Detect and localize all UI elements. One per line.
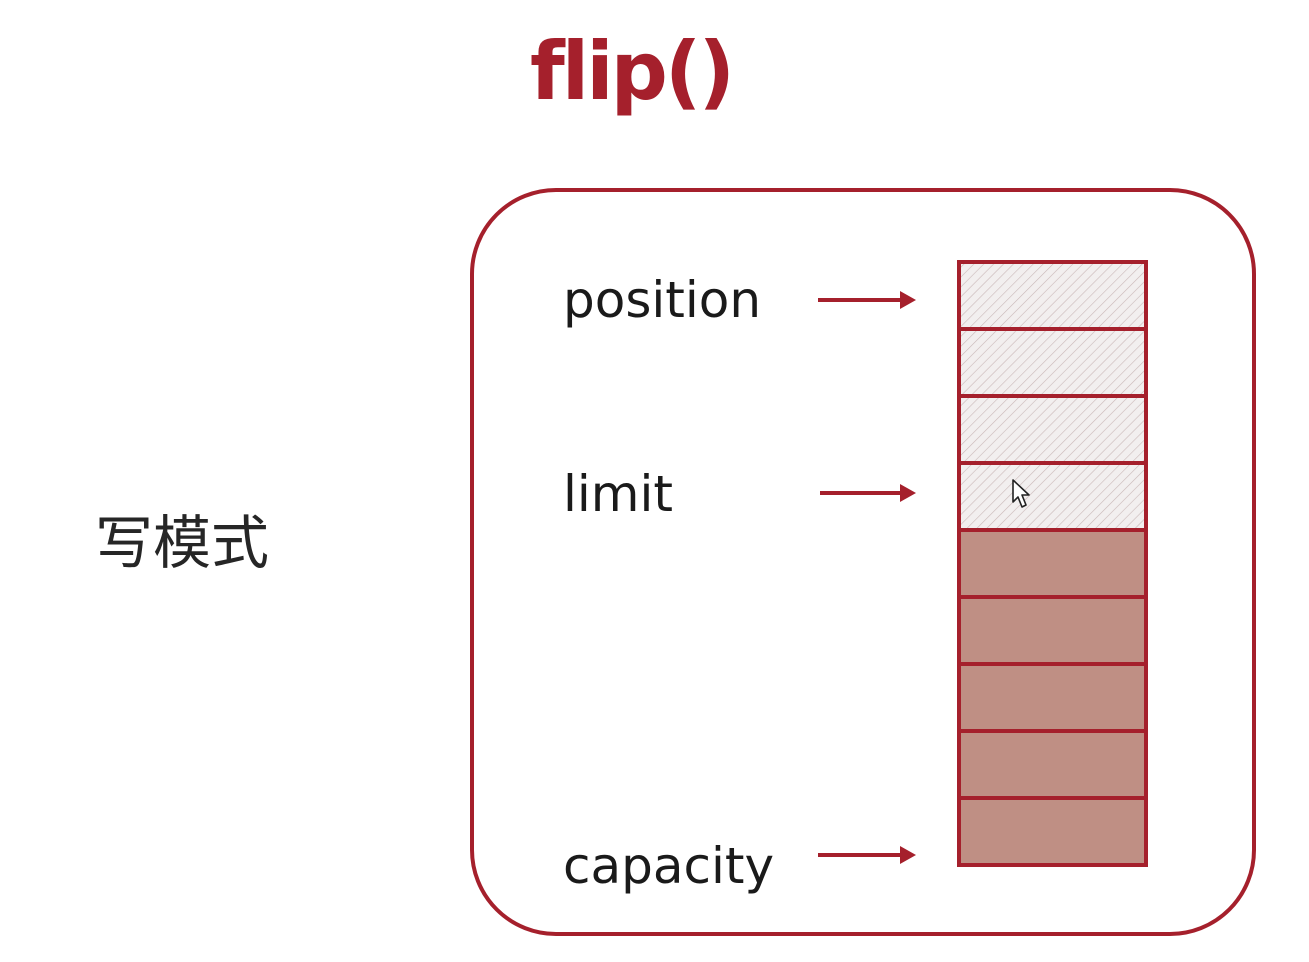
buffer-cell-filled — [957, 528, 1148, 599]
buffer-diagram — [818, 260, 1148, 867]
buffer-cell-filled — [957, 662, 1148, 733]
buffer-cell-empty — [957, 461, 1148, 532]
buffer-cell-empty — [957, 394, 1148, 465]
limit-arrow — [820, 484, 916, 502]
buffer-cells — [957, 260, 1148, 867]
buffer-cell-empty — [957, 327, 1148, 398]
position-arrow — [818, 291, 916, 309]
buffer-cell-filled — [957, 595, 1148, 666]
capacity-arrow — [818, 846, 916, 864]
buffer-cell-filled — [957, 796, 1148, 867]
buffer-cell-empty — [957, 260, 1148, 331]
buffer-cell-filled — [957, 729, 1148, 800]
